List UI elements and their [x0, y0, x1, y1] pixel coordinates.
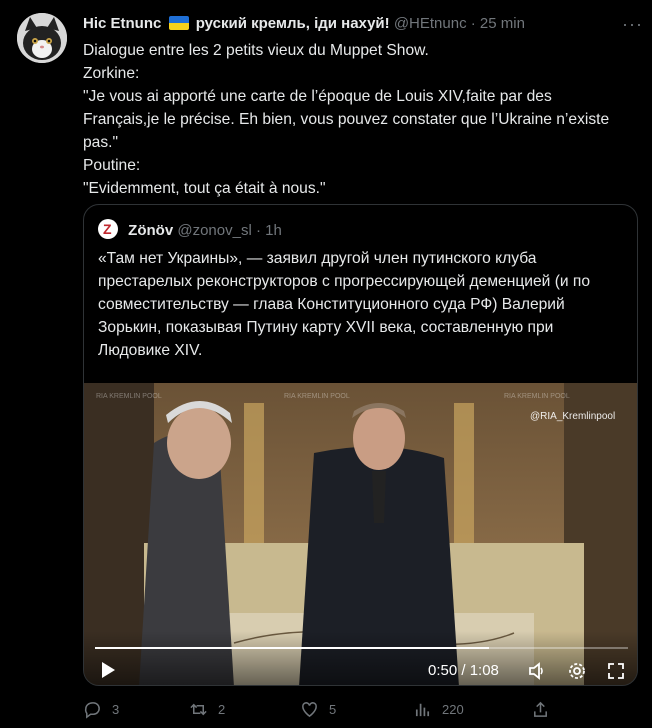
author-name-suffix[interactable]: руский кремль, іди нахуй!: [196, 15, 390, 32]
fullscreen-icon[interactable]: [606, 661, 626, 681]
quoted-tweet[interactable]: Zönöv @zonov_sl · 1h «Там нет Украины», …: [83, 204, 638, 686]
more-options-icon[interactable]: ···: [622, 14, 643, 35]
video-progress-bar[interactable]: [95, 647, 628, 649]
tweet-time[interactable]: 25 min: [480, 15, 525, 32]
quoted-author-name[interactable]: Zönöv: [128, 222, 173, 239]
video-player[interactable]: RIA KREMLIN POOL RIA KREMLIN POOL RIA KR…: [84, 383, 637, 685]
faint-watermark: RIA KREMLIN POOL: [504, 393, 570, 400]
tweet-actions: 3 2 5 220: [83, 700, 553, 724]
video-watermark: @RIA_Kremlinpool: [530, 411, 616, 422]
reply-count: 3: [112, 702, 120, 717]
quoted-author-avatar[interactable]: [98, 219, 118, 239]
retweet-icon: [190, 703, 207, 716]
tweet-line: Poutine:: [83, 157, 141, 174]
faint-watermark: RIA KREMLIN POOL: [96, 393, 162, 400]
views-button[interactable]: 220: [413, 700, 464, 719]
tweet-line: Dialogue entre les 2 petits vieux du Mup…: [83, 42, 429, 59]
tweet-header: Hic Etnunc руский кремль, іди нахуй! @HE…: [83, 15, 525, 32]
author-name[interactable]: Hic Etnunc: [83, 15, 161, 32]
tweet-line: Zorkine:: [83, 65, 140, 82]
avatar[interactable]: [17, 13, 67, 63]
retweet-count: 2: [218, 702, 226, 717]
play-icon[interactable]: [102, 662, 115, 678]
share-button[interactable]: [531, 700, 550, 719]
tweet-line: "Evidemment, tout ça était à nous.": [83, 180, 326, 197]
reply-button[interactable]: 3: [83, 700, 119, 719]
quoted-tweet-header: Zönöv @zonov_sl · 1h: [98, 219, 282, 239]
tweet-line: "Je vous ai apporté une carte de l’époqu…: [83, 88, 610, 151]
cat-avatar-image: [17, 13, 67, 63]
quoted-author-handle[interactable]: @zonov_sl: [177, 222, 251, 239]
faint-watermark: RIA KREMLIN POOL: [284, 393, 350, 400]
like-count: 5: [329, 702, 337, 717]
video-controls: 0:50 / 1:08: [84, 631, 637, 685]
tweet[interactable]: Hic Etnunc руский кремль, іди нахуй! @HE…: [0, 0, 652, 728]
quoted-time[interactable]: 1h: [265, 222, 282, 239]
quoted-separator: ·: [255, 222, 261, 239]
views-count: 220: [442, 702, 464, 717]
tweet-text: Dialogue entre les 2 petits vieux du Mup…: [83, 39, 628, 200]
video-time: 0:50 / 1:08: [428, 662, 499, 679]
views-chart-icon: [415, 703, 430, 717]
settings-gear-icon[interactable]: [567, 661, 587, 681]
reply-icon: [84, 702, 100, 719]
ukraine-flag-icon: [168, 16, 189, 30]
quoted-tweet-text: «Там нет Украины», — заявил другой член …: [98, 250, 591, 359]
share-icon: [534, 701, 547, 717]
author-handle[interactable]: @HEtnunc: [394, 15, 467, 32]
video-progress-fill: [95, 647, 490, 649]
header-separator: ·: [470, 15, 476, 32]
volume-icon[interactable]: [527, 661, 547, 681]
heart-icon: [302, 702, 317, 718]
like-button[interactable]: 5: [300, 700, 336, 719]
retweet-button[interactable]: 2: [189, 700, 225, 719]
